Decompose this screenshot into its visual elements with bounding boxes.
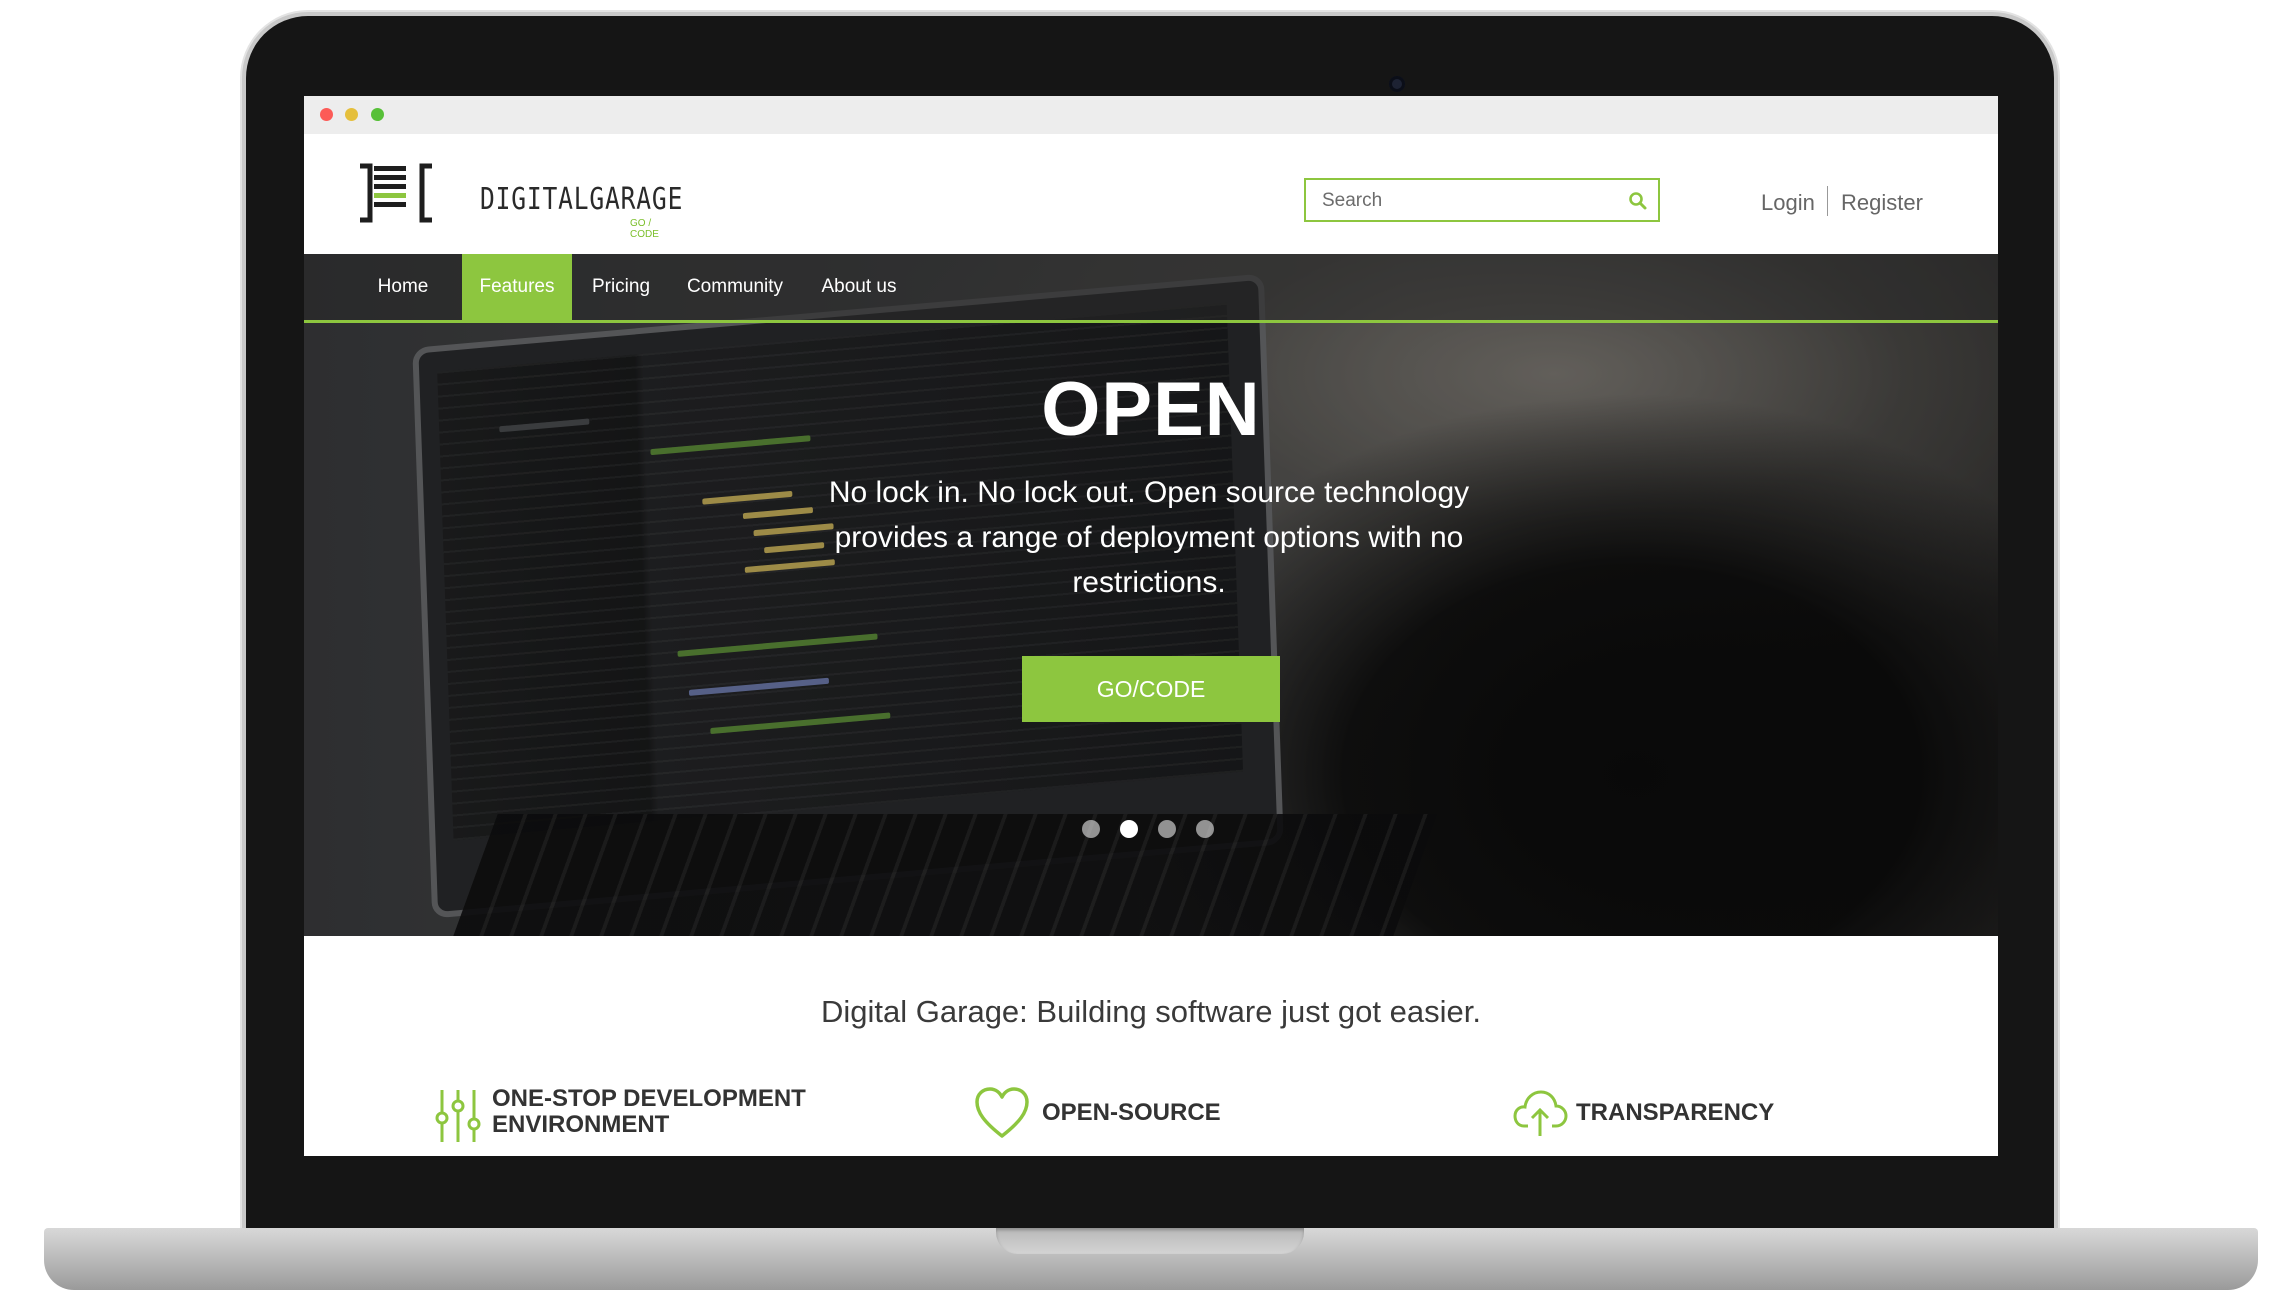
nav-item-about-us[interactable]: About us — [804, 254, 914, 320]
feature-transparency: TRANSPARENCY — [1512, 1086, 1812, 1146]
search-input[interactable] — [1320, 180, 1624, 222]
carousel-dot-1[interactable] — [1082, 820, 1100, 838]
carousel-dot-4[interactable] — [1196, 820, 1214, 838]
sliders-icon — [435, 1090, 481, 1142]
maximize-window-button[interactable] — [371, 108, 384, 121]
carousel-indicators — [1082, 820, 1232, 840]
search-box — [1304, 178, 1660, 222]
hero-description: No lock in. No lock out. Open source tec… — [828, 476, 1470, 599]
nav-item-home[interactable]: Home — [348, 254, 458, 320]
browser-window: DIGITALGARAGE GO / CODE Login Register — [304, 96, 1998, 1156]
feature-label-line1: ONE-STOP DEVELOPMENT — [492, 1085, 806, 1112]
feature-label: OPEN-SOURCE — [1042, 1099, 1221, 1126]
browser-toolbar — [304, 96, 1998, 135]
feature-label: TRANSPARENCY — [1576, 1099, 1775, 1126]
feature-open-source: OPEN-SOURCE — [974, 1086, 1254, 1146]
hero-title: OPEN — [1041, 367, 1261, 452]
nav-item-pricing[interactable]: Pricing — [574, 254, 668, 320]
laptop-notch — [996, 1228, 1304, 1254]
feature-one-stop: ONE-STOP DEVELOPMENT ENVIRONMENT — [434, 1086, 854, 1146]
camera-icon — [1389, 76, 1405, 92]
nav-item-community[interactable]: Community — [670, 254, 800, 320]
register-link[interactable]: Register — [1841, 190, 1923, 216]
site-header: DIGITALGARAGE GO / CODE Login Register — [304, 134, 1998, 254]
cloud-upload-icon — [1513, 1090, 1568, 1136]
logo-tagline: GO / CODE — [630, 218, 659, 240]
carousel-dot-3[interactable] — [1158, 820, 1176, 838]
logo-text: DIGITALGARAGE — [480, 182, 684, 217]
close-window-button[interactable] — [320, 108, 333, 121]
go-code-button[interactable]: GO/CODE — [1022, 656, 1280, 722]
heart-icon — [975, 1087, 1029, 1138]
site-logo[interactable]: DIGITALGARAGE GO / CODE — [356, 162, 682, 240]
content-tagline: Digital Garage: Building software just g… — [821, 994, 1481, 1029]
main-nav: Home Features Pricing Community About us — [304, 254, 1998, 323]
account-separator — [1827, 186, 1828, 216]
minimize-window-button[interactable] — [345, 108, 358, 121]
search-icon[interactable] — [1628, 191, 1648, 211]
nav-item-features[interactable]: Features — [462, 254, 572, 320]
feature-label-line2: ENVIRONMENT — [492, 1111, 670, 1138]
carousel-dot-2[interactable] — [1120, 820, 1138, 838]
logo-mark-icon — [360, 163, 432, 223]
login-link[interactable]: Login — [1761, 190, 1815, 216]
